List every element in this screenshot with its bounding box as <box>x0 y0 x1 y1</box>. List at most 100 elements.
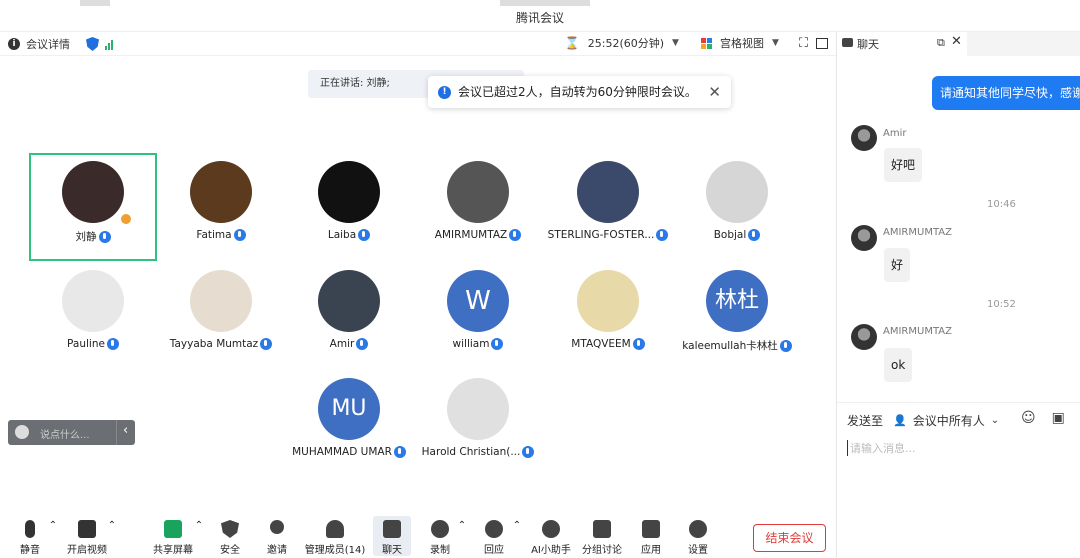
members-label: 管理成员(14) <box>304 545 366 556</box>
manage-members-button[interactable]: 管理成员(14) <box>304 520 366 556</box>
share-screen-icon <box>164 520 182 538</box>
title-bar-residue <box>80 0 110 6</box>
title-bar: 腾讯会议 <box>0 0 1080 32</box>
emoji-icon[interactable] <box>15 425 29 439</box>
avatar <box>706 161 768 223</box>
invite-button[interactable]: 邀请 <box>247 520 307 556</box>
apps-grid-icon <box>642 520 660 538</box>
microphone-icon <box>106 338 119 350</box>
chat-message-input[interactable]: 请输入消息... <box>847 440 916 456</box>
gallery-view-icon[interactable] <box>700 37 712 49</box>
avatar[interactable] <box>851 125 877 151</box>
message-sender: AMIRMUMTAZ <box>883 227 952 238</box>
participant-tile[interactable]: 林杜 kaleemullah卡林杜 <box>673 262 801 370</box>
close-icon[interactable]: ✕ <box>708 76 721 108</box>
microphone-icon <box>491 338 504 350</box>
chat-message: 好 <box>884 248 911 282</box>
participant-tile[interactable]: Laiba <box>285 153 413 261</box>
avatar[interactable] <box>851 324 877 350</box>
participant-name: AMIRMUMTAZ <box>434 229 508 241</box>
my-chat-message: 请通知其他同学尽快，感谢 <box>932 76 1080 110</box>
reaction-placeholder: 说点什么... <box>40 430 90 441</box>
participant-tile[interactable]: MTAQVEEM <box>544 262 672 370</box>
participant-tile[interactable]: 刘静 <box>29 153 157 261</box>
avatar <box>62 270 124 332</box>
participant-tile[interactable]: STERLING-FOSTER... <box>544 153 672 261</box>
collapse-chevron-icon[interactable]: ‹ <box>123 423 128 438</box>
participant-label: william <box>414 338 542 350</box>
participant-tile[interactable]: Harold Christian(... <box>414 370 542 478</box>
avatar: 林杜 <box>706 270 768 332</box>
participant-tile[interactable]: Amir <box>285 262 413 370</box>
participant-tile[interactable]: Tayyaba Mumtaz <box>157 262 285 370</box>
avatar <box>447 161 509 223</box>
participant-tile[interactable]: AMIRMUMTAZ <box>414 153 542 261</box>
avatar[interactable] <box>851 225 877 251</box>
chat-header: 聊天 ⧉ ✕ <box>837 32 1080 56</box>
divider <box>837 402 1080 403</box>
participant-name: william <box>452 338 490 350</box>
participant-name: 刘静 <box>75 231 97 243</box>
chat-button[interactable]: 聊天 <box>373 516 411 556</box>
settings-label: 设置 <box>688 545 708 556</box>
header-blank-area <box>967 32 1080 56</box>
avatar <box>447 378 509 440</box>
popout-icon[interactable]: ⧉ <box>937 36 945 50</box>
security-shield-icon[interactable] <box>86 37 99 51</box>
participant-tile[interactable]: Pauline <box>29 262 157 370</box>
view-dropdown-icon[interactable]: ▼ <box>772 38 779 48</box>
send-target-selector[interactable]: 发送至 👤 会议中所有人 ⌄ <box>847 412 999 429</box>
microphone-icon <box>509 229 522 241</box>
send-target: 会议中所有人 <box>912 414 985 428</box>
participant-tile[interactable]: Bobjal <box>673 153 801 261</box>
participant-tile[interactable]: Wwilliam <box>414 262 542 370</box>
file-upload-icon[interactable]: ▣ <box>1052 410 1065 426</box>
reaction-input-box[interactable]: 说点什么... ‹ <box>8 420 135 445</box>
view-mode-label[interactable]: 宫格视图 <box>720 35 764 51</box>
meeting-details-group[interactable]: i 会议详情 <box>8 36 113 52</box>
video-label: 开启视频 <box>67 545 107 556</box>
chat-icon <box>842 38 853 47</box>
signal-strength-icon[interactable] <box>105 39 113 50</box>
info-icon: i <box>8 38 20 50</box>
settings-button[interactable]: 设置 <box>668 520 728 556</box>
video-off-icon <box>78 520 96 538</box>
members-icon <box>326 520 344 538</box>
video-options-chevron-icon[interactable]: ⌃ <box>107 520 117 531</box>
fullscreen-icon[interactable]: ⛶ <box>799 36 808 51</box>
side-panel-toggle-icon[interactable] <box>816 37 828 49</box>
end-meeting-button[interactable]: 结束会议 <box>753 524 826 552</box>
message-timestamp: 10:46 <box>987 199 1016 210</box>
participant-label: MUHAMMAD UMAR <box>285 446 413 458</box>
chat-panel: 聊天 ⧉ ✕ 请通知其他同学尽快，感谢 Amir 好吧 10:46 AMIRMU… <box>836 32 1080 558</box>
participant-tile[interactable]: MU MUHAMMAD UMAR <box>285 370 413 478</box>
participant-label: Tayyaba Mumtaz <box>157 338 285 350</box>
meeting-details-label: 会议详情 <box>26 38 70 51</box>
chevron-down-icon: ⌄ <box>990 415 1000 426</box>
security-label: 安全 <box>220 545 240 556</box>
send-to-label: 发送至 <box>847 414 884 428</box>
microphone-icon <box>98 231 111 243</box>
timer-dropdown-icon[interactable]: ▼ <box>672 38 679 48</box>
close-icon[interactable]: ✕ <box>951 34 962 49</box>
microphone-icon <box>748 229 761 241</box>
participant-name: Bobjal <box>713 229 747 241</box>
participant-name: Pauline <box>67 338 105 350</box>
ai-label: AI小助手 <box>531 545 571 556</box>
emoji-icon[interactable]: ☺ <box>1021 410 1036 426</box>
info-icon: ! <box>438 86 451 99</box>
message-timestamp: 10:52 <box>987 299 1016 310</box>
participant-name: MTAQVEEM <box>571 338 631 350</box>
time-limit-notification: ! 会议已超过2人，自动转为60分钟限时会议。 ✕ <box>428 76 731 108</box>
record-icon <box>431 520 449 538</box>
share-label: 共享屏幕 <box>153 545 193 556</box>
participant-name: Tayyaba Mumtaz <box>169 338 259 350</box>
people-icon: 👤 <box>893 414 907 427</box>
microphone-icon <box>356 338 369 350</box>
microphone-icon <box>260 338 273 350</box>
participant-tile[interactable]: Fatima <box>157 153 285 261</box>
reaction-label: 回应 <box>484 545 504 556</box>
avatar <box>318 270 380 332</box>
message-sender: AMIRMUMTAZ <box>883 326 952 337</box>
breakout-icon <box>593 520 611 538</box>
